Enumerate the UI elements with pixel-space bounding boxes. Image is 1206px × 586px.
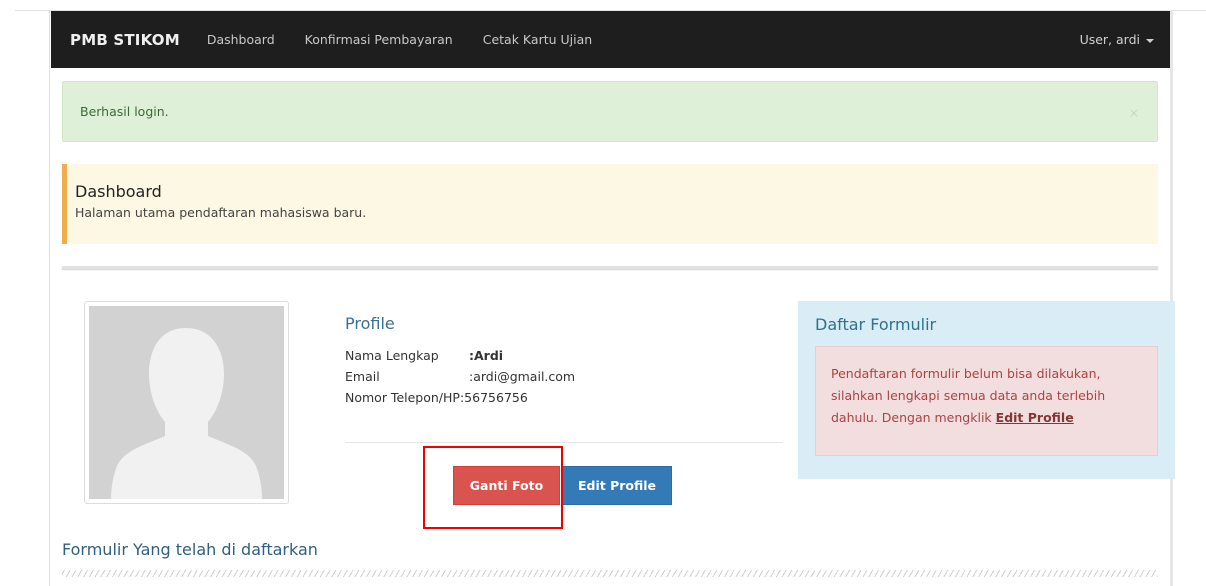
profile-label: Email	[345, 369, 380, 384]
dashboard-callout: Dashboard Halaman utama pendaftaran maha…	[62, 164, 1158, 244]
profile-section: Profile Nama Lengkap :Ardi Email :ardi@g…	[345, 314, 783, 408]
chevron-down-icon	[1146, 38, 1154, 43]
profile-value: :Ardi	[469, 348, 504, 363]
hatched-divider	[62, 570, 1158, 577]
profile-divider	[345, 442, 783, 443]
formulir-section-title: Formulir Yang telah di daftarkan	[62, 540, 318, 559]
nav-cetak-kartu-ujian[interactable]: Cetak Kartu Ujian	[483, 32, 592, 47]
profile-label: Nama Lengkap	[345, 348, 439, 363]
page-title: Dashboard	[75, 182, 162, 201]
page-description: Halaman utama pendaftaran mahasiswa baru…	[75, 205, 367, 220]
nav-konfirmasi-pembayaran[interactable]: Konfirmasi Pembayaran	[305, 32, 453, 47]
profile-row-email: Email :ardi@gmail.com	[345, 366, 783, 387]
profile-row-phone: Nomor Telepon/HP :56756756	[345, 387, 783, 408]
navbar: PMB STIKOM Dashboard Konfirmasi Pembayar…	[51, 11, 1170, 68]
user-menu-label: User, ardi	[1079, 32, 1140, 47]
user-silhouette-icon	[89, 306, 284, 499]
daftar-formulir-panel: Daftar Formulir Pendaftaran formulir bel…	[798, 301, 1175, 479]
section-divider	[62, 266, 1158, 269]
page: PMB STIKOM Dashboard Konfirmasi Pembayar…	[0, 0, 1206, 586]
profile-value: :ardi@gmail.com	[469, 369, 576, 384]
daftar-warning: Pendaftaran formulir belum bisa dilakuka…	[815, 346, 1158, 456]
left-edge	[49, 10, 50, 586]
profile-value: :56756756	[459, 390, 528, 405]
profile-label: Nomor Telepon/HP	[345, 390, 460, 405]
right-edge	[1170, 10, 1173, 586]
avatar	[84, 301, 289, 504]
brand-logo[interactable]: PMB STIKOM	[70, 31, 180, 49]
profile-row-name: Nama Lengkap :Ardi	[345, 345, 783, 366]
alert-message: Berhasil login.	[80, 104, 169, 119]
edit-profile-link[interactable]: Edit Profile	[996, 410, 1074, 425]
daftar-heading: Daftar Formulir	[815, 315, 937, 334]
edit-profile-button[interactable]: Edit Profile	[562, 466, 672, 505]
login-success-alert: Berhasil login. ×	[62, 81, 1158, 142]
change-photo-button[interactable]: Ganti Foto	[453, 466, 560, 505]
close-icon[interactable]: ×	[1129, 106, 1139, 120]
profile-heading: Profile	[345, 314, 395, 333]
nav-dashboard[interactable]: Dashboard	[207, 32, 275, 47]
user-menu[interactable]: User, ardi	[1080, 32, 1154, 47]
